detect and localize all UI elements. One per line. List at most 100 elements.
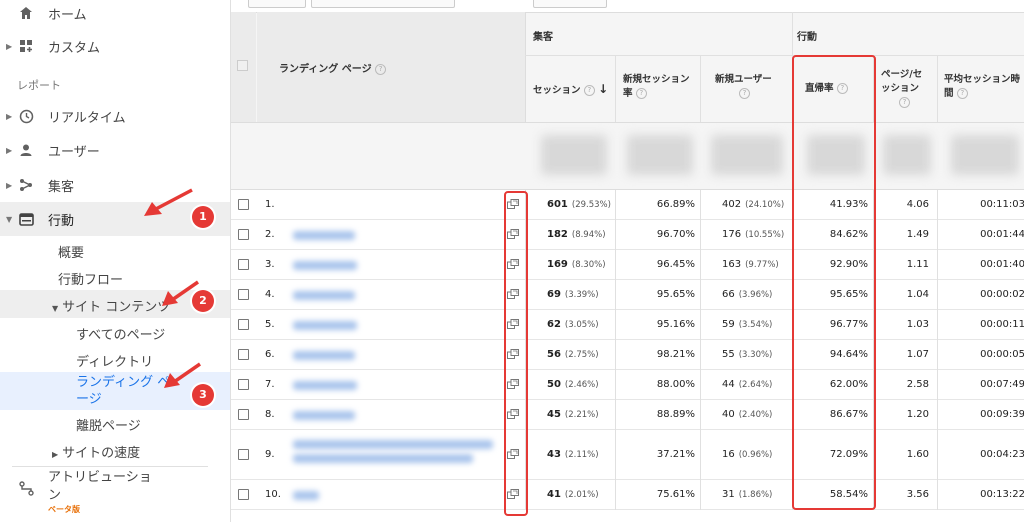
sessions-value: 62	[547, 319, 561, 330]
cell-sessions: 62 (3.05%)	[527, 319, 611, 330]
cell-new-session-rate: 88.89%	[656, 409, 695, 420]
help-icon[interactable]: ?	[739, 88, 750, 99]
table-row[interactable]: 8. 45 (2.21%) 88.89% 40 (2.40%) 86.67% 1.20 00:0…	[231, 400, 1024, 430]
nav-site-content-label: サイト コンテンツ	[62, 300, 171, 315]
table-row[interactable]: 7. 50 (2.46%) 88.00% 44 (2.64%) 62.00% 2.58 00:0…	[231, 370, 1024, 400]
toolbar-button[interactable]	[248, 0, 306, 8]
landing-page-link[interactable]	[293, 321, 357, 330]
annotation-badge-2: 2	[192, 290, 214, 312]
col-pages-per-session-line2: ッション	[881, 83, 920, 94]
nav-attribution-label: アトリビューション	[48, 470, 152, 503]
dimension-header[interactable]: ランディング ページ ?	[279, 60, 387, 75]
landing-page-link[interactable]	[293, 440, 493, 449]
table-row[interactable]: 6. 56 (2.75%) 98.21% 55 (3.30%) 94.64% 1.07 00:0…	[231, 340, 1024, 370]
divider	[937, 340, 938, 370]
header-checkbox-cell	[231, 12, 256, 122]
sessions-pct: (2.11%)	[564, 450, 599, 460]
divider	[525, 55, 1024, 56]
cell-sessions: 182 (8.94%)	[527, 229, 611, 240]
sessions-pct: (8.94%)	[571, 230, 606, 240]
table-row[interactable]: 10. 41 (2.01%) 75.61% 31 (1.86%) 58.54% 3.56 00:…	[231, 480, 1024, 510]
row-number: 5.	[265, 319, 275, 330]
col-new-users[interactable]: 新規ユーザー?	[715, 73, 785, 101]
cell-avg-duration: 00:01:40	[980, 259, 1024, 270]
help-icon[interactable]: ?	[956, 88, 968, 99]
blurred-total	[627, 135, 693, 175]
row-checkbox[interactable]	[238, 229, 249, 240]
landing-page-link[interactable]	[293, 381, 357, 390]
divider	[700, 480, 701, 510]
sessions-pct: (29.53%)	[571, 200, 611, 210]
row-checkbox[interactable]	[238, 289, 249, 300]
divider	[937, 480, 938, 510]
toolbar-dropdown[interactable]	[311, 0, 455, 8]
col-pages-per-session[interactable]: ページ/セ ッション?	[881, 68, 931, 110]
cell-avg-duration: 00:00:05	[980, 349, 1024, 360]
cell-avg-duration: 00:01:44	[980, 229, 1024, 240]
col-avg-duration[interactable]: 平均セッション時間 ?	[944, 73, 1024, 101]
nav-home[interactable]: ホーム	[0, 3, 230, 23]
cell-new-session-rate: 66.89%	[656, 199, 695, 210]
caret-right-icon: ▶	[6, 41, 13, 51]
nav-custom-label: カスタム	[48, 40, 101, 56]
table-row[interactable]: 2. 182 (8.94%) 96.70% 176 (10.55%) 84.62% 1.49 0…	[231, 220, 1024, 250]
col-new-session-rate[interactable]: 新規セッション率 ?	[623, 73, 695, 101]
row-checkbox[interactable]	[238, 379, 249, 390]
sessions-value: 43	[547, 449, 561, 460]
table-row[interactable]: 4. 69 (3.39%) 95.65% 66 (3.96%) 95.65% 1.04 00:0…	[231, 280, 1024, 310]
sort-down-arrow-icon[interactable]: ↓	[598, 82, 608, 96]
divider	[615, 480, 616, 510]
row-checkbox[interactable]	[238, 259, 249, 270]
nav-users[interactable]: ▶ ユーザー	[0, 140, 230, 160]
new-users-value: 16	[722, 449, 735, 460]
help-icon[interactable]: ?	[375, 63, 387, 75]
row-checkbox[interactable]	[238, 409, 249, 420]
nav-overview[interactable]: 概要	[58, 242, 230, 261]
landing-page-link[interactable]	[293, 261, 357, 270]
landing-page-link[interactable]	[293, 491, 319, 500]
row-checkbox[interactable]	[238, 349, 249, 360]
report-table-area: ランディング ページ ? 集客 行動 セッション ? ↓ 新規セッション率 ? …	[231, 0, 1024, 522]
new-users-pct: (24.10%)	[745, 200, 785, 210]
toolbar-button[interactable]	[533, 0, 607, 8]
row-checkbox[interactable]	[238, 449, 249, 460]
cell-pages-per-session: 4.06	[906, 199, 929, 210]
divider	[700, 220, 701, 250]
cell-pages-per-session: 1.49	[906, 229, 929, 240]
table-row[interactable]: 1. 601 (29.53%) 66.89% 402 (24.10%) 41.93% 4.06…	[231, 190, 1024, 220]
cell-new-session-rate: 95.65%	[656, 289, 695, 300]
landing-page-link[interactable]	[293, 351, 355, 360]
nav-custom[interactable]: ▶ カスタム	[0, 36, 230, 56]
cell-new-users: 163 (9.77%)	[702, 259, 786, 270]
nav-realtime[interactable]: ▶ リアルタイム	[0, 106, 230, 126]
help-icon[interactable]: ?	[899, 97, 910, 108]
sessions-pct: (3.39%)	[564, 290, 599, 300]
row-checkbox[interactable]	[238, 489, 249, 500]
caret-right-icon: ▶	[6, 111, 13, 121]
annotation-badge-3: 3	[192, 384, 214, 406]
row-checkbox[interactable]	[238, 319, 249, 330]
table-row[interactable]: 9. 43 (2.11%) 37.21% 16 (0.96%) 72.09% 1.60 00:0…	[231, 430, 1024, 480]
help-icon[interactable]: ?	[635, 88, 647, 99]
sessions-value: 69	[547, 289, 561, 300]
select-all-checkbox[interactable]	[237, 60, 248, 71]
sessions-pct: (3.05%)	[564, 320, 599, 330]
table-row[interactable]: 3. 169 (8.30%) 96.45% 163 (9.77%) 92.90% 1.11 00…	[231, 250, 1024, 280]
landing-page-link[interactable]	[293, 411, 355, 420]
nav-directory[interactable]: ディレクトリ	[76, 351, 230, 370]
row-checkbox[interactable]	[238, 199, 249, 210]
nav-all-pages[interactable]: すべてのページ	[76, 324, 230, 343]
table-row[interactable]: 5. 62 (3.05%) 95.16% 59 (3.54%) 96.77% 1.03 00:0…	[231, 310, 1024, 340]
landing-page-link[interactable]	[293, 231, 355, 240]
divider	[615, 340, 616, 370]
nav-landing-pages[interactable]: ランディング ページ	[76, 374, 171, 408]
nav-site-speed[interactable]: ▶ サイトの速度	[52, 442, 230, 461]
sessions-value: 169	[547, 259, 568, 270]
col-sessions[interactable]: セッション ? ↓	[533, 82, 608, 98]
nav-exit-pages[interactable]: 離脱ページ	[76, 415, 230, 434]
landing-page-link[interactable]	[293, 291, 355, 300]
divider	[937, 280, 938, 310]
landing-page-link[interactable]	[293, 454, 473, 463]
help-icon[interactable]: ?	[583, 85, 595, 96]
nav-behavior-flow[interactable]: 行動フロー	[58, 269, 230, 288]
